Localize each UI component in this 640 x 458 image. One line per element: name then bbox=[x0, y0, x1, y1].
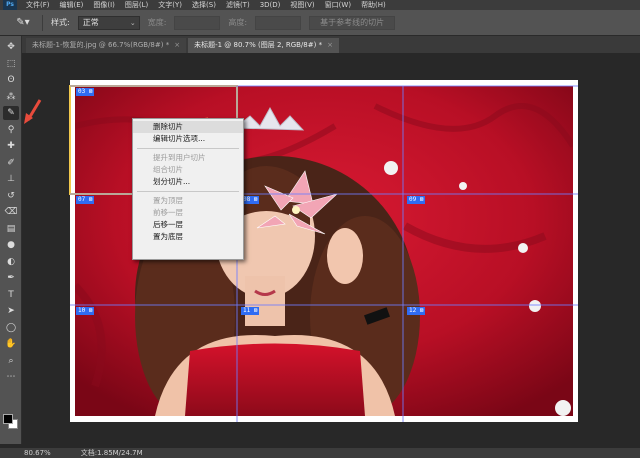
path-select-tool-icon[interactable]: ➤ bbox=[3, 304, 19, 318]
eraser-tool-icon[interactable]: ⌫ bbox=[3, 205, 19, 219]
slice-select-icon[interactable]: ✎▾ bbox=[12, 15, 34, 31]
healing-tool-icon[interactable]: ✚ bbox=[3, 139, 19, 153]
slice-icon: ⊠ bbox=[419, 307, 424, 314]
hand-tool-icon[interactable]: ✋ bbox=[3, 337, 19, 351]
menu-item[interactable]: 文件(F) bbox=[26, 0, 50, 10]
more-tools-icon[interactable]: ⋯ bbox=[3, 370, 19, 384]
context-menu-item: 组合切片 bbox=[153, 165, 183, 174]
slice-id: 11 bbox=[243, 307, 251, 314]
close-icon[interactable]: × bbox=[174, 38, 180, 53]
width-label: 宽度: bbox=[147, 18, 167, 27]
slice-icon: ⊠ bbox=[419, 196, 424, 203]
slice-icon: ⊠ bbox=[88, 88, 93, 95]
menu-divider bbox=[137, 148, 239, 149]
photoshop-logo-icon: Ps bbox=[3, 0, 17, 10]
slice-icon: ⊠ bbox=[88, 307, 93, 314]
divider bbox=[42, 14, 43, 31]
style-value: 正常 bbox=[82, 17, 99, 27]
menu-item[interactable]: 视图(V) bbox=[290, 0, 314, 10]
slice-badge[interactable]: 09 ⊠ bbox=[407, 196, 426, 204]
width-field[interactable] bbox=[174, 15, 221, 30]
style-label: 样式: bbox=[51, 18, 70, 27]
brush-tool-icon[interactable]: ✐ bbox=[3, 156, 19, 170]
type-tool-icon[interactable]: T bbox=[3, 288, 19, 302]
dodge-tool-icon[interactable]: ◐ bbox=[3, 255, 19, 269]
context-menu-item: 置为顶层 bbox=[153, 196, 183, 205]
menu-item[interactable]: 3D(D) bbox=[260, 0, 281, 10]
zoom-level[interactable]: 80.67% bbox=[24, 449, 51, 457]
context-menu-item: 前移一层 bbox=[153, 208, 183, 217]
tab-label: 未标题-1 @ 80.7% (图层 2, RGB/8#) * bbox=[194, 41, 323, 49]
zoom-tool-icon[interactable]: ⌕ bbox=[3, 354, 19, 368]
shape-tool-icon[interactable]: ◯ bbox=[3, 321, 19, 335]
options-bar: ✎▾ 样式: 正常 ⌄ 宽度: 高度: 基于参考线的切片 bbox=[0, 10, 640, 36]
close-icon[interactable]: × bbox=[327, 38, 333, 53]
menu-item[interactable]: 文字(Y) bbox=[158, 0, 182, 10]
status-bar: 80.67% 文档:1.85M/24.7M bbox=[0, 448, 640, 458]
slice-badge[interactable]: 10 ⊠ bbox=[76, 307, 95, 315]
context-menu-item[interactable]: 置为底层 bbox=[133, 231, 243, 243]
slice-id: 09 bbox=[409, 196, 417, 203]
slice-badge[interactable]: 12 ⊠ bbox=[407, 307, 426, 315]
lasso-tool-icon[interactable]: ʘ bbox=[3, 73, 19, 87]
gradient-tool-icon[interactable]: ▤ bbox=[3, 222, 19, 236]
document-tabs: 未标题-1-恢复的.jpg @ 66.7%(RGB/8#) * × 未标题-1 @ … bbox=[22, 36, 640, 53]
menu-item[interactable]: 窗口(W) bbox=[325, 0, 351, 10]
menu-divider bbox=[137, 191, 239, 192]
slice-badge[interactable]: 11 ⊠ bbox=[241, 307, 260, 315]
move-tool-icon[interactable]: ✥ bbox=[3, 40, 19, 54]
document-size[interactable]: 文档:1.85M/24.7M bbox=[81, 448, 143, 458]
slice-id: 08 bbox=[243, 196, 251, 203]
slice-id: 07 bbox=[78, 196, 86, 203]
menu-item[interactable]: 编辑(E) bbox=[60, 0, 84, 10]
document-tab[interactable]: 未标题-1-恢复的.jpg @ 66.7%(RGB/8#) * × bbox=[26, 38, 187, 53]
context-menu-item[interactable]: 后移一层 bbox=[133, 219, 243, 231]
menu-item[interactable]: 滤镜(T) bbox=[226, 0, 250, 10]
quick-select-tool-icon[interactable]: ⁂ bbox=[3, 90, 19, 104]
slice-badge[interactable]: 03 ⊠ bbox=[76, 88, 95, 96]
context-menu-item: 提升到用户切片 bbox=[153, 153, 206, 162]
height-field[interactable] bbox=[255, 15, 302, 30]
context-menu-item[interactable]: 划分切片... bbox=[133, 176, 243, 188]
slice-icon: ⊠ bbox=[253, 307, 258, 314]
menu-item[interactable]: 图层(L) bbox=[125, 0, 148, 10]
context-menu-item[interactable]: 删除切片 bbox=[133, 121, 243, 133]
slice-context-menu: 删除切片 编辑切片选项... 提升到用户切片 组合切片划分切片... 置为顶层前移一层后… bbox=[132, 118, 244, 260]
pen-tool-icon[interactable]: ✒ bbox=[3, 271, 19, 285]
foreground-color-swatch[interactable] bbox=[3, 414, 13, 424]
slice-tool-icon[interactable]: ✎ bbox=[3, 106, 19, 120]
tab-label: 未标题-1-恢复的.jpg @ 66.7%(RGB/8#) * bbox=[32, 41, 170, 49]
context-menu-item[interactable]: 编辑切片选项... bbox=[133, 133, 243, 145]
history-brush-icon[interactable]: ↺ bbox=[3, 189, 19, 203]
menu-item[interactable]: 图像(I) bbox=[93, 0, 115, 10]
slice-id: 03 bbox=[78, 88, 86, 95]
slice-icon: ⊠ bbox=[253, 196, 258, 203]
blur-tool-icon[interactable]: ● bbox=[3, 238, 19, 252]
menu-item[interactable]: 帮助(H) bbox=[361, 0, 386, 10]
height-label: 高度: bbox=[228, 18, 248, 27]
eyedropper-tool-icon[interactable]: ⚲ bbox=[3, 123, 19, 137]
chevron-down-icon: ⌄ bbox=[129, 18, 136, 27]
slice-badge[interactable]: 07 ⊠ bbox=[76, 196, 95, 204]
slice-id: 12 bbox=[409, 307, 417, 314]
marquee-tool-icon[interactable]: ⬚ bbox=[3, 57, 19, 71]
menu-item[interactable]: 选择(S) bbox=[192, 0, 216, 10]
toolbox: ✥ ⬚ ʘ ⁂ ✎ ⚲ ✚ ✐ ⊥ ↺ ⌫ ▤ ● ◐ ✒ T ➤ ◯ ✋ ⌕ ⋯ bbox=[0, 36, 22, 444]
stamp-tool-icon[interactable]: ⊥ bbox=[3, 172, 19, 186]
slice-id: 10 bbox=[78, 307, 86, 314]
document-tab[interactable]: 未标题-1 @ 80.7% (图层 2, RGB/8#) * × bbox=[188, 38, 339, 53]
slices-from-guides-button[interactable]: 基于参考线的切片 bbox=[309, 15, 396, 30]
menu-bar: Ps 文件(F) 编辑(E) 图像(I) 图层(L) 文字(Y) 选择(S) 滤镜(T) 3D… bbox=[0, 0, 640, 10]
slice-icon: ⊠ bbox=[88, 196, 93, 203]
style-select[interactable]: 正常 ⌄ bbox=[77, 15, 140, 30]
